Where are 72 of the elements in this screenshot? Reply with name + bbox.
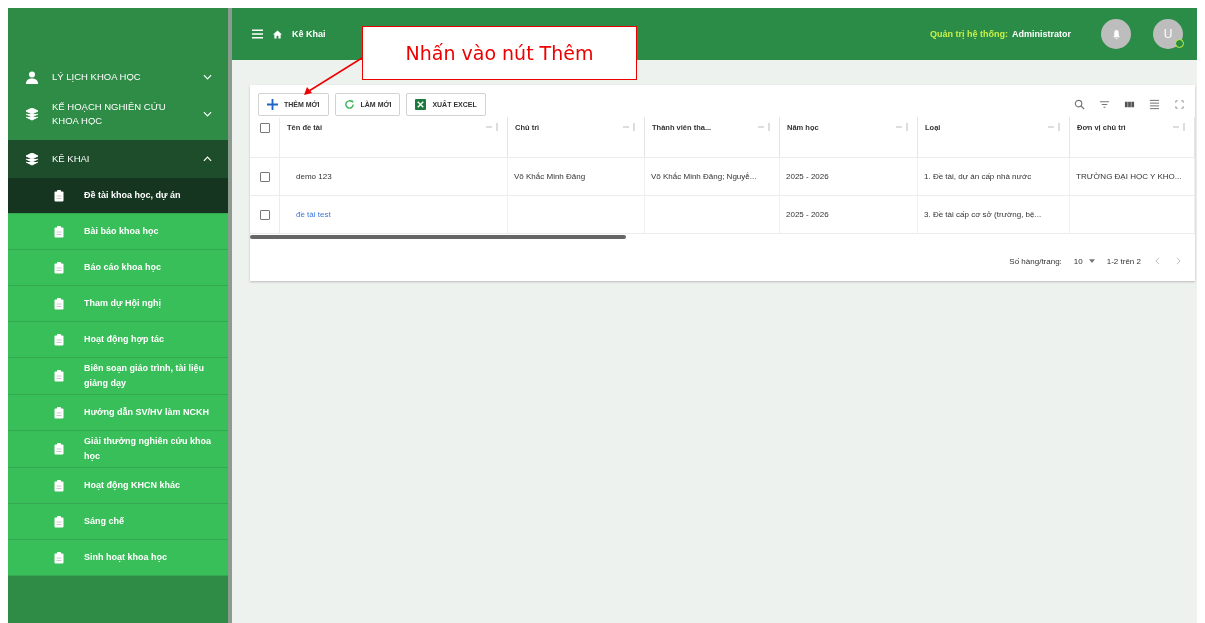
table-cell: 3. Đề tài cấp cơ sở (trường, bệ... [924,210,1042,219]
filter-icon[interactable] [1099,98,1110,110]
clipboard-icon [54,261,64,274]
table-cell: Võ Khắc Minh Đăng; Nguyễ... [651,172,757,181]
leader-line [302,56,364,98]
clipboard-icon [54,551,64,564]
layers-icon [26,107,38,121]
online-dot [1175,39,1184,48]
rows-per-page-select[interactable]: 10 [1073,256,1095,266]
chevron-right-icon [1176,257,1181,265]
column-menu-icon [757,123,771,131]
chevron-down-icon [203,111,212,117]
sidebar-subitem[interactable]: Giải thưởng nghiên cứu khoa học [8,431,228,468]
table-cell: Võ Khắc Minh Đăng [514,172,586,181]
clipboard-icon [54,443,64,455]
clipboard-icon [54,515,64,528]
column-menu-icon [1047,123,1061,131]
sidebar-subitem[interactable]: Biên soạn giáo trình, tài liệu giảng dạy [8,358,228,395]
column-menu-icon [622,123,636,131]
clipboard-icon [54,479,64,492]
sidebar-subitem[interactable]: Tham dự Hội nghị [8,286,228,322]
menu-icon[interactable] [252,29,263,39]
density-icon[interactable] [1149,98,1160,110]
column-menu-icon [895,123,909,131]
sidebar-subitem[interactable]: Hoạt động KHCN khác [8,468,228,504]
checkbox[interactable] [259,171,270,182]
user-name: Administrator [1012,29,1071,39]
clipboard-icon [54,297,64,310]
chevron-left-icon [1155,257,1160,265]
rows-per-page-label: Số hàng/trang: [1009,256,1062,266]
sidebar-subitem[interactable]: Hoạt động hợp tác [8,322,228,358]
sidebar-item[interactable]: LÝ LỊCH KHOA HỌC [8,60,228,94]
sidebar-subitem[interactable]: Sáng chế [8,504,228,540]
sidebar-subitem[interactable]: Hướng dẫn SV/HV làm NCKH [8,395,228,431]
clipboard-icon [54,406,64,419]
scrollbar-thumb[interactable] [250,235,626,239]
notification-button[interactable] [1101,19,1131,49]
sidebar-subitem[interactable]: Sinh hoạt khoa học [8,540,228,576]
chevron-down-icon [203,74,212,80]
callout-box: Nhấn vào nút Thêm [362,26,637,80]
chevron-up-icon [203,156,212,162]
person-icon [26,70,38,84]
plus-icon [267,98,278,110]
spreadsheet-icon [415,98,427,110]
column-menu-icon [1172,123,1186,131]
refresh-icon [343,98,355,110]
breadcrumb-link[interactable]: Kê Khai [292,29,326,39]
sidebar-subitem[interactable]: Báo cáo khoa học [8,250,228,286]
clipboard-icon [54,333,64,346]
sidebar-subitem[interactable]: Bài báo khoa học [8,214,228,250]
table-cell: TRƯỜNG ĐẠI HỌC Y KHO... [1076,172,1182,181]
home-icon[interactable] [273,29,282,39]
user-avatar[interactable]: U [1153,19,1183,49]
checkbox[interactable] [259,209,270,220]
clipboard-icon [54,225,64,238]
page-range: 1-2 trên 2 [1106,256,1141,266]
table-cell: 2025 - 2026 [786,172,829,181]
table-cell: 2025 - 2026 [786,210,829,219]
layers-icon [26,152,38,166]
sidebar-item[interactable]: KÊ KHAI [8,140,228,178]
role-label: Quản trị hệ thống: [930,29,1008,39]
search-icon[interactable] [1074,98,1085,110]
sidebar-subitem[interactable]: Đề tài khoa học, dự án [8,178,228,214]
table-cell: demo 123 [296,172,332,181]
checkbox[interactable] [259,123,270,133]
table-cell: 1. Đề tài, dự án cấp nhà nước [924,172,1032,181]
column-menu-icon [485,123,499,131]
title-link[interactable]: đề tài test [296,210,331,219]
clipboard-icon [54,370,64,382]
caret-icon [1088,259,1095,263]
sidebar-item[interactable]: KẾ HOẠCH NGHIÊN CỨU KHOA HỌC [8,94,228,134]
clipboard-icon [54,189,64,202]
